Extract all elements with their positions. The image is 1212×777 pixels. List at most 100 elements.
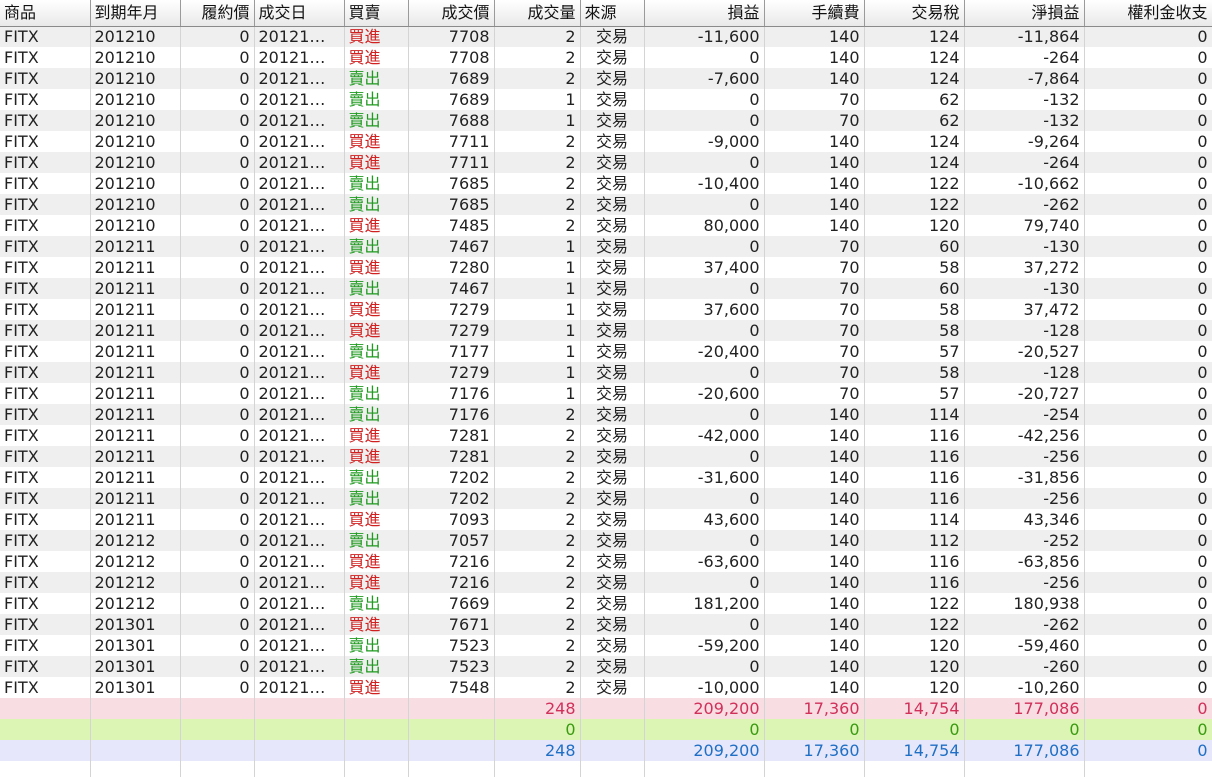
table-row[interactable]: FITX 201210 0 20121… 買進 7485 2 交易 80,000 140 120 79…: [0, 215, 1212, 236]
cell-price: 7202: [408, 467, 495, 488]
cell-volume: 2: [494, 215, 581, 236]
table-row[interactable]: FITX 201210 0 20121… 賣出 7685 2 交易 0 140 122 -262 0: [0, 194, 1212, 215]
table-row[interactable]: FITX 201210 0 20121… 賣出 7685 2 交易 -10,400 140 122-…: [0, 173, 1212, 194]
cell-side: 賣出: [344, 110, 409, 131]
table-row[interactable]: FITX 201212 0 20121… 賣出 7669 2 交易 181,200 140 122 1…: [0, 593, 1212, 614]
cell-premium: 0: [1084, 572, 1212, 593]
cell-volume: 1: [494, 341, 581, 362]
col-header-price[interactable]: 成交價: [408, 0, 495, 27]
cell-side: 賣出: [344, 656, 409, 677]
table-row[interactable]: FITX 201210 0 20121… 買進 7708 2 交易 0 140 124 -264 0: [0, 47, 1212, 68]
cell-tax: 62: [864, 110, 965, 131]
col-header-side[interactable]: 買賣: [344, 0, 409, 27]
table-row[interactable]: FITX 201301 0 20121… 買進 7548 2 交易 -10,000 140 120-…: [0, 677, 1212, 698]
cell-source: 交易: [580, 131, 645, 152]
table-row[interactable]: FITX 201211 0 20121… 賣出 7202 2 交易 0 140 116 -256 0: [0, 488, 1212, 509]
cell-trade-date: 20121…: [254, 236, 345, 257]
cell-source: 交易: [580, 68, 645, 89]
table-row[interactable]: FITX 201301 0 20121… 買進 7671 2 交易 0 140 122 -262 0: [0, 614, 1212, 635]
cell-pnl: 0: [644, 47, 765, 68]
col-header-volume[interactable]: 成交量: [494, 0, 581, 27]
cell-source: 交易: [580, 257, 645, 278]
col-header-strike[interactable]: 履約價: [180, 0, 255, 27]
cell-fee: 140: [764, 26, 865, 47]
col-header-pnl[interactable]: 損益: [644, 0, 765, 27]
cell-pnl: 37,600: [644, 299, 765, 320]
cell-volume: 2: [494, 677, 581, 698]
cell-net-pnl: -42,256: [964, 425, 1085, 446]
cell-volume: 1: [494, 278, 581, 299]
cell-pnl: -20,400: [644, 341, 765, 362]
col-header-trade-date[interactable]: 成交日: [254, 0, 345, 27]
col-header-net-pnl[interactable]: 淨損益: [964, 0, 1085, 27]
table-row[interactable]: FITX 201211 0 20121… 買進 7281 2 交易 -42,000 140 116-…: [0, 425, 1212, 446]
table-row[interactable]: FITX 201210 0 20121… 賣出 7689 1 交易 0 70 62 -132 0: [0, 89, 1212, 110]
col-header-premium[interactable]: 權利金收支: [1084, 0, 1212, 27]
cell-net-pnl: -256: [964, 572, 1085, 593]
col-header-tax[interactable]: 交易稅: [864, 0, 965, 27]
cell-premium: 0: [1084, 446, 1212, 467]
cell-tax: 120: [864, 677, 965, 698]
cell-premium: 0: [1084, 656, 1212, 677]
cell-net-pnl: -264: [964, 47, 1085, 68]
cell-premium: 0: [1084, 320, 1212, 341]
trade-table: 商品 到期年月 履約價 成交日 買賣 成交價 成交量 來源 損益 手續費 交易稅…: [0, 0, 1212, 777]
cell-fee: 70: [764, 89, 865, 110]
cell-net-pnl: -130: [964, 236, 1085, 257]
table-row[interactable]: FITX 201211 0 20121… 買進 7281 2 交易 0 140 116 -256 0: [0, 446, 1212, 467]
table-row[interactable]: FITX 201211 0 20121… 買進 7279 1 交易 0 70 58 -128 0: [0, 320, 1212, 341]
summary-row-second[interactable]: 0 0 0 0 0 0: [0, 719, 1212, 740]
table-row[interactable]: FITX 201211 0 20121… 買進 7280 1 交易 37,400 70 58 37,2…: [0, 257, 1212, 278]
table-row[interactable]: FITX 201211 0 20121… 賣出 7176 1 交易 -20,600 70 57 -20…: [0, 383, 1212, 404]
col-header-source[interactable]: 來源: [580, 0, 645, 27]
table-row[interactable]: FITX 201212 0 20121… 買進 7216 2 交易 0 140 116 -256 0: [0, 572, 1212, 593]
cell-pnl: -9,000: [644, 131, 765, 152]
summary-net: 0: [964, 719, 1085, 740]
cell-premium: 0: [1084, 614, 1212, 635]
table-row[interactable]: FITX 201211 0 20121… 買進 7093 2 交易 43,600 140 114 43…: [0, 509, 1212, 530]
table-row[interactable]: FITX 201301 0 20121… 賣出 7523 2 交易 -59,200 140 120-…: [0, 635, 1212, 656]
cell-trade-date: 20121…: [254, 425, 345, 446]
table-row[interactable]: FITX 201211 0 20121… 賣出 7467 1 交易 0 70 60 -130 0: [0, 278, 1212, 299]
cell-trade-date: 20121…: [254, 509, 345, 530]
table-row[interactable]: FITX 201212 0 20121… 賣出 7057 2 交易 0 140 112 -252 0: [0, 530, 1212, 551]
cell-premium: 0: [1084, 236, 1212, 257]
table-row[interactable]: FITX 201210 0 20121… 買進 7711 2 交易 0 140 124 -264 0: [0, 152, 1212, 173]
summary-row-total[interactable]: 248 209,200 17,360 14,754 177,086 0: [0, 698, 1212, 719]
table-row[interactable]: FITX 201211 0 20121… 買進 7279 1 交易 37,600 70 58 37,4…: [0, 299, 1212, 320]
cell-pnl: -42,000: [644, 425, 765, 446]
cell-product: FITX: [0, 173, 91, 194]
cell-trade-date: 20121…: [254, 593, 345, 614]
table-row[interactable]: FITX 201210 0 20121… 買進 7708 2 交易 -11,600 140 124-…: [0, 26, 1212, 47]
cell-expiry: 201211: [90, 404, 181, 425]
cell-source: 交易: [580, 362, 645, 383]
cell-product: FITX: [0, 47, 91, 68]
cell-net-pnl: -63,856: [964, 551, 1085, 572]
table-row[interactable]: FITX 201301 0 20121… 賣出 7523 2 交易 0 140 120 -260 0: [0, 656, 1212, 677]
cell-product: FITX: [0, 488, 91, 509]
cell-premium: 0: [1084, 131, 1212, 152]
cell-expiry: 201210: [90, 131, 181, 152]
cell-expiry: 201210: [90, 68, 181, 89]
table-row[interactable]: FITX 201212 0 20121… 買進 7216 2 交易 -63,600 140 116-…: [0, 551, 1212, 572]
table-row[interactable]: FITX 201211 0 20121… 賣出 7202 2 交易 -31,600 140 116-…: [0, 467, 1212, 488]
cell-premium: 0: [1084, 530, 1212, 551]
table-row[interactable]: FITX 201210 0 20121… 賣出 7689 2 交易 -7,600 140 124 -7…: [0, 68, 1212, 89]
cell-pnl: 0: [644, 530, 765, 551]
table-row[interactable]: FITX 201211 0 20121… 賣出 7467 1 交易 0 70 60 -130 0: [0, 236, 1212, 257]
summary-fee: 17,360: [764, 740, 865, 761]
table-row[interactable]: FITX 201210 0 20121… 買進 7711 2 交易 -9,000 140 124 -9…: [0, 131, 1212, 152]
table-row[interactable]: FITX 201211 0 20121… 買進 7279 1 交易 0 70 58 -128 0: [0, 362, 1212, 383]
cell-side: 賣出: [344, 404, 409, 425]
table-row[interactable]: FITX 201210 0 20121… 賣出 7688 1 交易 0 70 62 -132 0: [0, 110, 1212, 131]
table-row[interactable]: FITX 201211 0 20121… 賣出 7177 1 交易 -20,400 70 57 -20…: [0, 341, 1212, 362]
cell-product: FITX: [0, 215, 91, 236]
cell-net-pnl: -132: [964, 89, 1085, 110]
cell-source: 交易: [580, 572, 645, 593]
summary-row-grand-total[interactable]: 248 209,200 17,360 14,754 177,086 0: [0, 740, 1212, 761]
cell-fee: 70: [764, 341, 865, 362]
col-header-expiry[interactable]: 到期年月: [90, 0, 181, 27]
col-header-fee[interactable]: 手續費: [764, 0, 865, 27]
col-header-product[interactable]: 商品: [0, 0, 91, 27]
table-row[interactable]: FITX 201211 0 20121… 賣出 7176 2 交易 0 140 114 -254 0: [0, 404, 1212, 425]
